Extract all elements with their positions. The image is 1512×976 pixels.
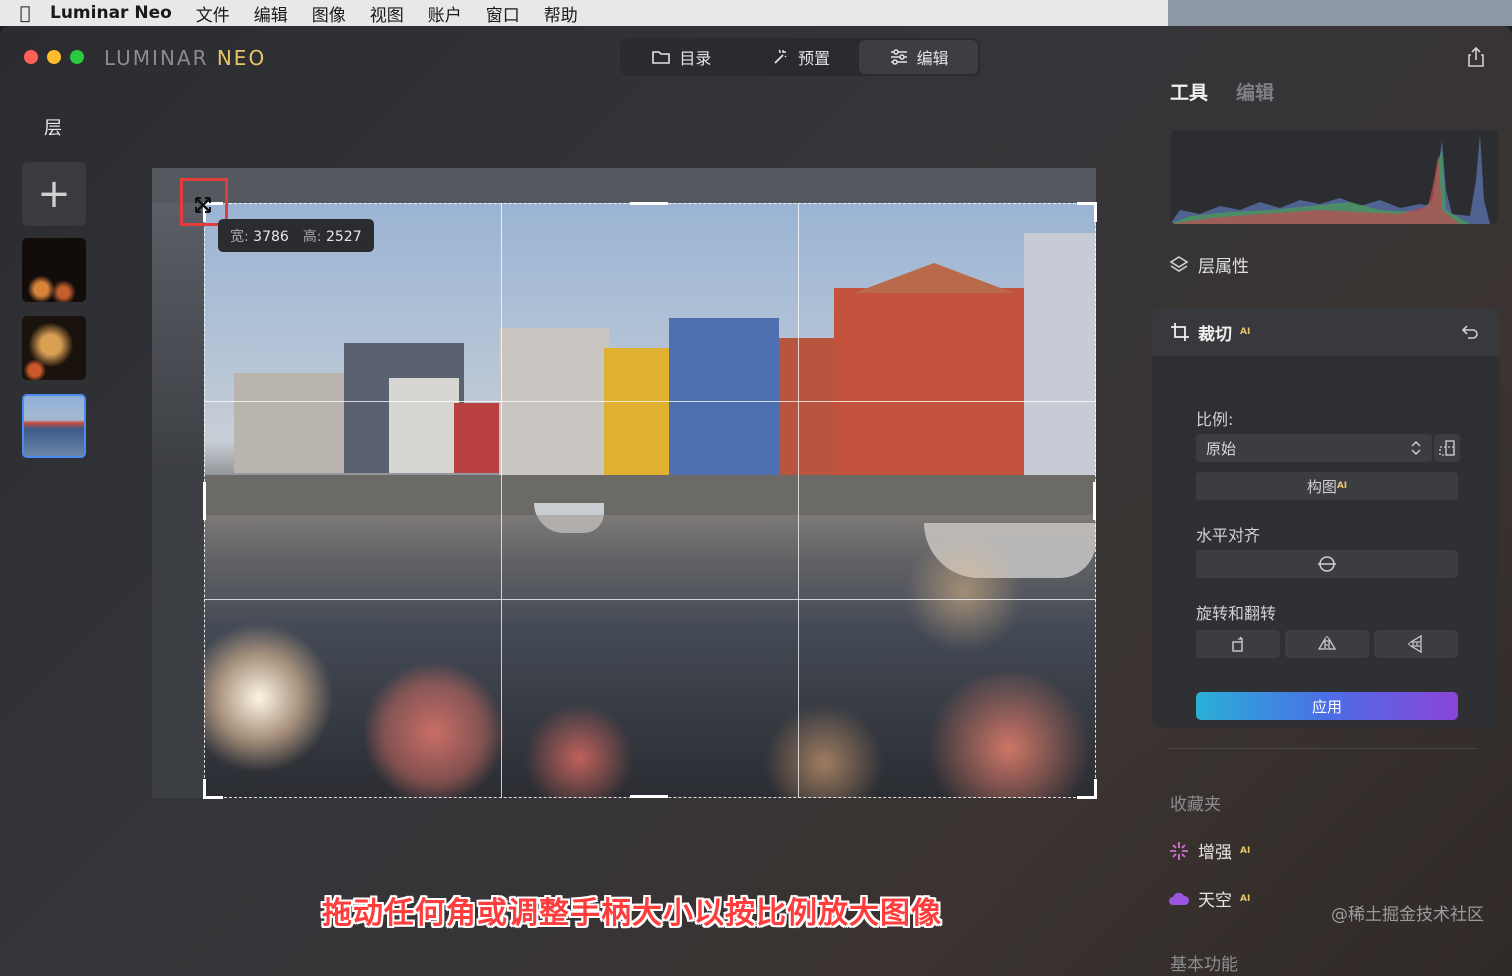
watermark-text: @稀土掘金技术社区 <box>1331 905 1484 925</box>
orientation-toggle-button[interactable] <box>1434 434 1460 462</box>
mode-switcher: 目录 预置 编辑 <box>620 38 980 76</box>
crop-edge-handle-bottom[interactable] <box>630 795 668 798</box>
crop-size-tooltip: 宽: 3786 高: 2527 <box>218 219 374 252</box>
tab-tools[interactable]: 工具 <box>1170 78 1208 105</box>
histogram-graph <box>1170 134 1490 224</box>
layer-thumbnail-base[interactable] <box>22 394 86 458</box>
sliders-icon <box>890 49 907 65</box>
logo-text: LUMINAR <box>104 46 217 70</box>
add-layer-button[interactable]: + <box>22 162 86 226</box>
share-icon[interactable] <box>1466 46 1486 68</box>
crop-title: 裁切 <box>1198 324 1232 345</box>
tab-edit-history[interactable]: 编辑 <box>1236 78 1274 105</box>
panel-divider <box>1168 748 1476 749</box>
crop-corner-top-right[interactable] <box>1077 202 1097 222</box>
rotate-icon <box>1232 636 1243 652</box>
favorite-sky-ai: AI <box>1240 893 1251 904</box>
folder-icon <box>652 51 671 64</box>
plus-icon: + <box>37 171 71 217</box>
horizon-level-icon <box>1318 556 1336 572</box>
flip-vertical-button[interactable] <box>1374 630 1458 658</box>
favorite-enhance[interactable]: 增强 AI <box>1168 838 1250 863</box>
zoom-window-button[interactable] <box>70 50 84 64</box>
rotate-button[interactable] <box>1196 630 1280 658</box>
menu-window[interactable]: 窗口 <box>486 1 520 26</box>
desktop-background <box>1168 0 1512 26</box>
favorite-sky[interactable]: 天空 AI <box>1168 886 1250 911</box>
right-panel-tabs: 工具 编辑 <box>1170 78 1274 105</box>
crop-frame[interactable] <box>204 203 1096 798</box>
favorite-sky-label: 天空 <box>1198 891 1232 911</box>
tab-presets[interactable]: 预置 <box>741 40 860 74</box>
horizon-label: 水平对齐 <box>1196 526 1261 545</box>
tab-catalog[interactable]: 目录 <box>622 40 741 74</box>
ratio-label: 比例: <box>1196 410 1234 429</box>
ratio-select[interactable]: 原始 <box>1196 434 1432 462</box>
tab-edit[interactable]: 编辑 <box>859 40 979 74</box>
rotate-flip-label: 旋转和翻转 <box>1196 604 1277 623</box>
app-logo: LUMINAR NEO <box>104 46 266 70</box>
menu-file[interactable]: 文件 <box>196 1 230 26</box>
crop-edge-handle-top[interactable] <box>630 202 668 205</box>
tab-catalog-label: 目录 <box>679 49 712 68</box>
favorites-title: 收藏夹 <box>1170 795 1221 815</box>
crop-dimmed-left <box>152 203 204 798</box>
composition-ai-badge: AI <box>1336 481 1348 491</box>
flip-vertical-icon <box>1408 634 1424 654</box>
menu-help[interactable]: 帮助 <box>544 1 578 26</box>
layer-thumbnail-2[interactable] <box>22 316 86 380</box>
height-value: 2527 <box>325 228 362 245</box>
tab-edit-label: 编辑 <box>916 49 949 68</box>
crop-corner-bottom-left[interactable] <box>203 779 223 799</box>
tutorial-caption: 拖动任何角或调整手柄大小以按比例放大图像 <box>322 896 942 931</box>
close-window-button[interactable] <box>24 50 38 64</box>
orientation-icon <box>1439 440 1455 456</box>
ratio-value: 原始 <box>1206 439 1237 458</box>
crop-ai-badge: AI <box>1240 327 1251 337</box>
histogram <box>1170 130 1498 224</box>
crop-tool-header[interactable]: 裁切 AI <box>1152 308 1500 356</box>
crop-edge-handle-right[interactable] <box>1093 482 1096 520</box>
magic-wand-icon <box>774 49 787 64</box>
menu-bar:  Luminar Neo 文件 编辑 图像 视图 账户 窗口 帮助 <box>0 0 1168 26</box>
minimize-window-button[interactable] <box>47 50 61 64</box>
apply-button[interactable]: 应用 <box>1196 692 1458 720</box>
horizon-align-button[interactable] <box>1196 550 1458 578</box>
basic-features-title: 基本功能 <box>1170 955 1238 975</box>
flip-horizontal-button[interactable] <box>1285 630 1369 658</box>
logo-neo-text: NEO <box>216 46 267 70</box>
layers-stack-icon <box>1169 255 1189 272</box>
crop-corner-bottom-right[interactable] <box>1077 779 1097 799</box>
sparkle-icon <box>1170 841 1188 860</box>
height-label: 高: <box>302 228 322 245</box>
layer-thumbnail-1[interactable] <box>22 238 86 302</box>
undo-icon[interactable] <box>1460 322 1480 342</box>
menu-image[interactable]: 图像 <box>312 1 346 26</box>
menu-edit[interactable]: 编辑 <box>254 1 288 26</box>
resize-cursor-icon <box>195 197 211 213</box>
flip-horizontal-icon <box>1317 636 1337 652</box>
apple-menu-icon[interactable]:  <box>0 3 50 24</box>
width-value: 3786 <box>253 228 289 245</box>
crop-icon <box>1171 323 1189 341</box>
composition-button[interactable]: 构图 AI <box>1196 472 1458 500</box>
composition-label: 构图 <box>1306 477 1337 496</box>
crop-dimmed-top <box>152 168 1096 203</box>
menu-app-name[interactable]: Luminar Neo <box>50 3 172 23</box>
layer-properties-button[interactable]: 层属性 <box>1168 252 1249 277</box>
tab-presets-label: 预置 <box>798 49 831 68</box>
layer-properties-label: 层属性 <box>1198 257 1249 277</box>
layers-title: 层 <box>44 118 62 139</box>
favorite-enhance-ai: AI <box>1240 845 1251 856</box>
crop-tool-panel: 裁切 AI 比例: 原始 构图 AI 水平对齐 旋转和翻转 应用 <box>1152 308 1500 728</box>
favorite-enhance-label: 增强 <box>1198 843 1232 863</box>
window-controls <box>24 50 84 64</box>
width-label: 宽: <box>230 228 249 245</box>
menu-account[interactable]: 账户 <box>428 1 462 26</box>
crop-edge-handle-left[interactable] <box>203 482 206 520</box>
chevron-up-down-icon <box>1411 440 1421 456</box>
menu-view[interactable]: 视图 <box>370 1 404 26</box>
cloud-icon <box>1169 892 1190 905</box>
